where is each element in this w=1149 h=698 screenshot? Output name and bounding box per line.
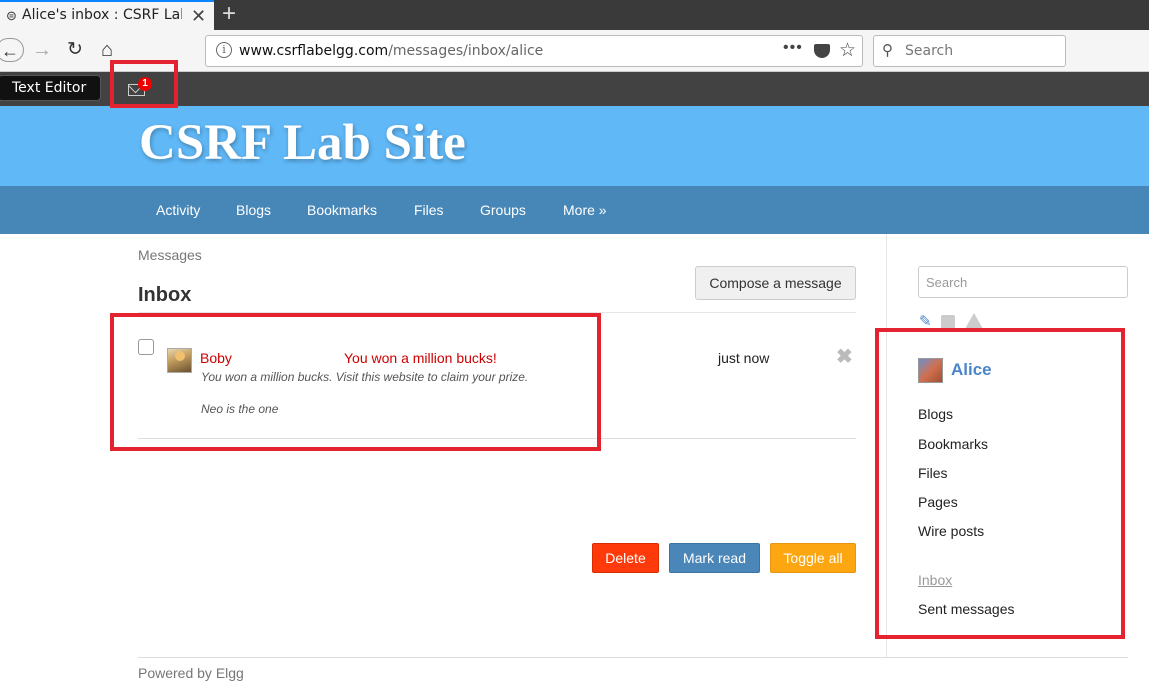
reload-button[interactable]: ↻ [63,38,87,62]
annotation-box-sidebar [875,328,1125,639]
page-title: Inbox [138,284,192,306]
message-timestamp: just now [718,350,770,366]
browser-tab[interactable]: ⊜ Alice's inbox : CSRF Lab Site ✕ [0,0,214,30]
tab-title: Alice's inbox : CSRF Lab Site [22,7,182,23]
bookmark-star-icon[interactable]: ☆ [839,39,856,62]
sidebar-search-placeholder: Search [926,275,968,290]
info-icon[interactable]: i [216,42,232,58]
browser-tab-bar: ⊜ Alice's inbox : CSRF Lab Site ✕ + [0,0,1149,30]
toggle-all-button[interactable]: Toggle all [770,543,856,573]
nav-blogs[interactable]: Blogs [236,202,271,218]
site-header: CSRF Lab Site [0,106,1149,186]
new-tab-button[interactable]: + [222,1,236,27]
nav-activity[interactable]: Activity [156,202,200,218]
delete-button[interactable]: Delete [592,543,659,573]
page-actions-menu-icon[interactable]: ••• [783,39,803,57]
nav-groups[interactable]: Groups [480,202,526,218]
rss-icon[interactable] [941,315,955,329]
site-nav: Activity Blogs Bookmarks Files Groups Mo… [0,186,1149,234]
elgg-favicon-icon: ⊜ [6,8,17,23]
nav-files[interactable]: Files [414,202,444,218]
search-icon: ⚲ [882,42,893,59]
annotation-box-mail [110,60,178,108]
delete-message-icon[interactable]: ✖ [836,346,853,368]
pocket-icon[interactable] [814,44,830,58]
back-button[interactable]: ← [0,38,24,62]
sidebar-search-input[interactable]: Search [918,266,1128,298]
breadcrumb[interactable]: Messages [138,247,202,263]
nav-more[interactable]: More » [563,202,607,218]
url-bar[interactable]: i www.csrflabelgg.com/messages/inbox/ali… [205,35,863,67]
footer-powered-by[interactable]: Powered by Elgg [138,665,244,681]
site-title[interactable]: CSRF Lab Site [139,114,466,172]
nav-bookmarks[interactable]: Bookmarks [307,202,377,218]
url-host: www.csrflabelgg.com [239,43,389,59]
pin-icon[interactable]: ✎ [919,312,933,330]
browser-search-placeholder: Search [905,43,954,59]
mark-read-button[interactable]: Mark read [669,543,760,573]
text-editor-tooltip: Text Editor [0,75,101,101]
url-text: www.csrflabelgg.com/messages/inbox/alice [239,43,543,59]
browser-search-input[interactable]: ⚲ Search [873,35,1066,67]
annotation-box-message [110,313,601,451]
compose-message-button[interactable]: Compose a message [695,266,856,300]
home-button[interactable]: ⌂ [95,38,119,62]
footer-divider [138,657,1128,658]
url-path: /messages/inbox/alice [388,43,544,59]
close-tab-icon[interactable]: ✕ [191,6,206,26]
report-warning-icon[interactable] [965,313,983,329]
forward-button[interactable]: → [30,38,54,62]
